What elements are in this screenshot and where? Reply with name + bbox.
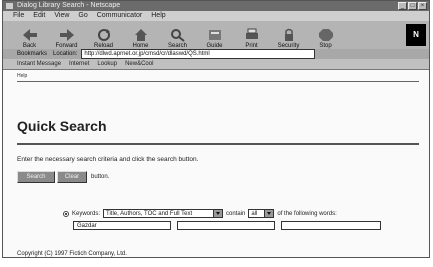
instruction-text: Enter the necessary search criteria and … bbox=[17, 156, 199, 163]
back-button[interactable]: Back bbox=[11, 23, 48, 49]
netscape-logo: N bbox=[406, 24, 426, 46]
stop-button[interactable]: Stop bbox=[307, 23, 344, 49]
page-title: Quick Search bbox=[17, 118, 107, 134]
search-icon bbox=[170, 29, 185, 42]
chevron-down-icon bbox=[264, 210, 274, 217]
menu-file[interactable]: File bbox=[13, 11, 24, 21]
title-divider bbox=[17, 143, 419, 145]
keyword-input-2[interactable] bbox=[177, 221, 275, 230]
tail-text: of the following words: bbox=[277, 210, 337, 217]
search-button-toolbar[interactable]: Search bbox=[159, 23, 196, 49]
action-buttons: Search Clear button. bbox=[17, 171, 109, 183]
bookmarks-button[interactable]: Bookmarks bbox=[17, 51, 47, 57]
menu-edit[interactable]: Edit bbox=[33, 11, 45, 21]
reload-icon bbox=[97, 29, 110, 41]
home-icon bbox=[134, 29, 147, 41]
location-bar: Bookmarks Location: http://dlwd.aprnet.o… bbox=[3, 49, 429, 59]
title-bar: Dialog Library Search - Netscape _ □ × bbox=[3, 1, 429, 11]
print-button[interactable]: Print bbox=[233, 23, 270, 49]
link-instant-message[interactable]: Instant Message bbox=[17, 61, 61, 67]
guide-button[interactable]: Guide bbox=[196, 23, 233, 49]
security-button[interactable]: Security bbox=[270, 23, 307, 49]
link-internet[interactable]: Internet bbox=[69, 61, 89, 67]
keywords-label: Keywords: bbox=[72, 210, 101, 217]
browser-window: Dialog Library Search - Netscape _ □ × F… bbox=[2, 0, 430, 258]
menu-communicator[interactable]: Communicator bbox=[97, 11, 143, 21]
close-button[interactable]: × bbox=[418, 2, 427, 10]
clear-button[interactable]: Clear bbox=[57, 171, 87, 183]
location-label: Location: bbox=[53, 51, 78, 57]
chevron-down-icon bbox=[213, 210, 223, 217]
url-input[interactable]: http://dlwd.aprnet.or.jp/cmsd/cr/dlaswd/… bbox=[81, 49, 316, 59]
button-note: button. bbox=[91, 174, 110, 180]
field-select[interactable]: Title, Authors, TOC and Full Text bbox=[103, 209, 224, 218]
stop-icon bbox=[318, 29, 333, 41]
keywords-radio[interactable] bbox=[63, 210, 69, 217]
window-title: Dialog Library Search - Netscape bbox=[17, 2, 121, 9]
personal-toolbar: Instant Message Internet Lookup New&Cool bbox=[3, 59, 429, 69]
forward-button[interactable]: Forward bbox=[48, 23, 85, 49]
keyword-input-1[interactable]: Gazdar bbox=[73, 221, 171, 230]
print-icon bbox=[245, 28, 258, 39]
minimize-button[interactable]: _ bbox=[398, 2, 407, 10]
copyright-text: Copyright (C) 1997 Fictich Company, Ltd. bbox=[17, 251, 127, 257]
home-button[interactable]: Home bbox=[122, 23, 159, 49]
reload-button[interactable]: Reload bbox=[85, 23, 122, 49]
page-content: Help Quick Search Enter the necessary se… bbox=[3, 69, 429, 257]
link-lookup[interactable]: Lookup bbox=[97, 61, 117, 67]
menu-go[interactable]: Go bbox=[78, 11, 87, 21]
back-arrow-icon bbox=[22, 29, 37, 41]
guide-icon bbox=[208, 30, 221, 40]
window-controls: _ □ × bbox=[398, 2, 427, 10]
maximize-button[interactable]: □ bbox=[408, 2, 417, 10]
search-button[interactable]: Search bbox=[17, 171, 55, 183]
top-divider bbox=[17, 81, 419, 82]
keyword-input-3[interactable] bbox=[281, 221, 381, 230]
forward-arrow-icon bbox=[59, 29, 74, 41]
lock-icon bbox=[284, 28, 293, 41]
link-new-cool[interactable]: New&Cool bbox=[125, 61, 153, 67]
netscape-app-icon bbox=[6, 3, 13, 9]
menu-help[interactable]: Help bbox=[151, 11, 165, 21]
keyword-inputs: Gazdar bbox=[73, 221, 381, 230]
menu-bar: File Edit View Go Communicator Help bbox=[3, 11, 429, 21]
contain-label: contain bbox=[226, 210, 246, 217]
contain-select[interactable]: all bbox=[248, 209, 275, 218]
navigation-toolbar: Back Forward Reload Home Search Guide Pr… bbox=[3, 21, 429, 49]
keyword-row: Keywords: Title, Authors, TOC and Full T… bbox=[63, 209, 337, 218]
menu-view[interactable]: View bbox=[54, 11, 69, 21]
help-link[interactable]: Help bbox=[17, 73, 27, 79]
